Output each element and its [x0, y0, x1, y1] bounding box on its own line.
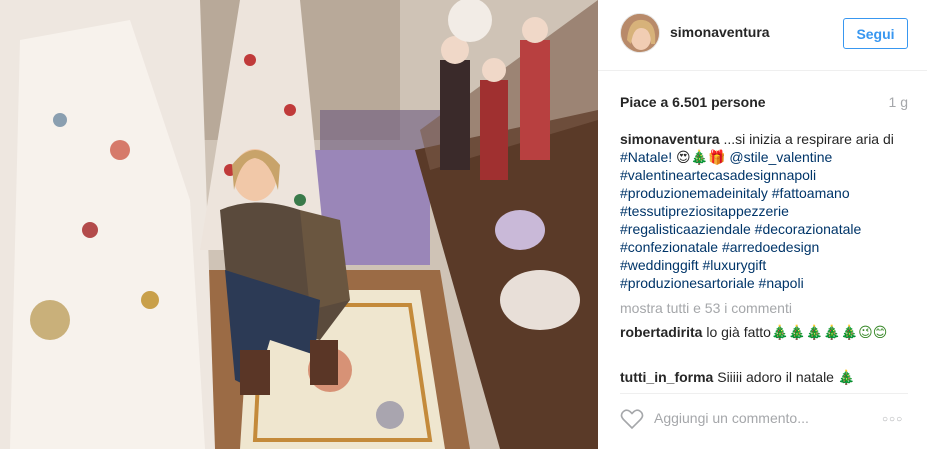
hashtag[interactable]: #fattoamano: [772, 185, 850, 201]
post-caption: simonaventura ...si inizia a respirare a…: [620, 130, 910, 292]
likes-row: Piace a 6.501 persone 1 g: [620, 94, 908, 112]
comment-input[interactable]: [654, 406, 874, 430]
hashtag[interactable]: #produzionesartoriale: [620, 275, 755, 291]
hashtag[interactable]: #decorazionatale: [755, 221, 862, 237]
hashtag[interactable]: #napoli: [759, 275, 804, 291]
comment-text: lo già fatto: [706, 324, 771, 340]
comment-item: tutti_in_forma Siiiii adoro il natale 🎄: [620, 368, 910, 386]
hashtag[interactable]: #regalisticaaziendale: [620, 221, 751, 237]
heart-icon[interactable]: [620, 408, 644, 430]
mention-stile-valentine[interactable]: @stile_valentine: [729, 149, 832, 165]
divider: [620, 393, 908, 394]
post-side-panel: simonaventura Segui Piace a 6.501 person…: [598, 0, 927, 449]
hashtag[interactable]: #confezionatale: [620, 239, 718, 255]
hashtag[interactable]: #tessutipreziositappezzerie: [620, 203, 789, 219]
comment-emojis: 🎄: [837, 369, 856, 385]
hashtag[interactable]: #weddinggift: [620, 257, 699, 273]
caption-username[interactable]: simonaventura: [620, 131, 720, 147]
avatar[interactable]: [620, 13, 660, 53]
hashtag[interactable]: #arredoedesign: [722, 239, 819, 255]
caption-text: ...si inizia a respirare aria di: [719, 131, 894, 147]
post-header: simonaventura Segui: [598, 0, 927, 71]
follow-button[interactable]: Segui: [843, 18, 908, 49]
comment-username[interactable]: tutti_in_forma: [620, 369, 713, 385]
view-all-comments-link[interactable]: mostra tutti e 53 i commenti: [620, 300, 792, 316]
comment-username[interactable]: robertadirita: [620, 324, 702, 340]
likes-count[interactable]: Piace a 6.501 persone: [620, 94, 766, 110]
hashtag[interactable]: #luxurygift: [703, 257, 767, 273]
header-username[interactable]: simonaventura: [670, 24, 770, 40]
avatar-image: [621, 14, 659, 52]
comment-item: robertadirita lo già fatto🎄🎄🎄🎄🎄😉😊: [620, 323, 910, 341]
more-options-icon[interactable]: ○○○: [882, 414, 903, 425]
hashtag-natale[interactable]: #Natale!: [620, 149, 672, 165]
photo-illustration: [0, 0, 598, 449]
post-time[interactable]: 1 g: [889, 94, 908, 110]
post-photo[interactable]: [0, 0, 598, 449]
comment-emojis: 🎄🎄🎄🎄🎄😉😊: [770, 324, 888, 340]
hashtag[interactable]: #valentineartecasadesignnapoli: [620, 167, 816, 183]
comment-text: Siiiii adoro il natale: [717, 369, 834, 385]
caption-emojis: 😍🎄🎁: [672, 149, 730, 165]
hashtag[interactable]: #produzionemadeinitaly: [620, 185, 768, 201]
